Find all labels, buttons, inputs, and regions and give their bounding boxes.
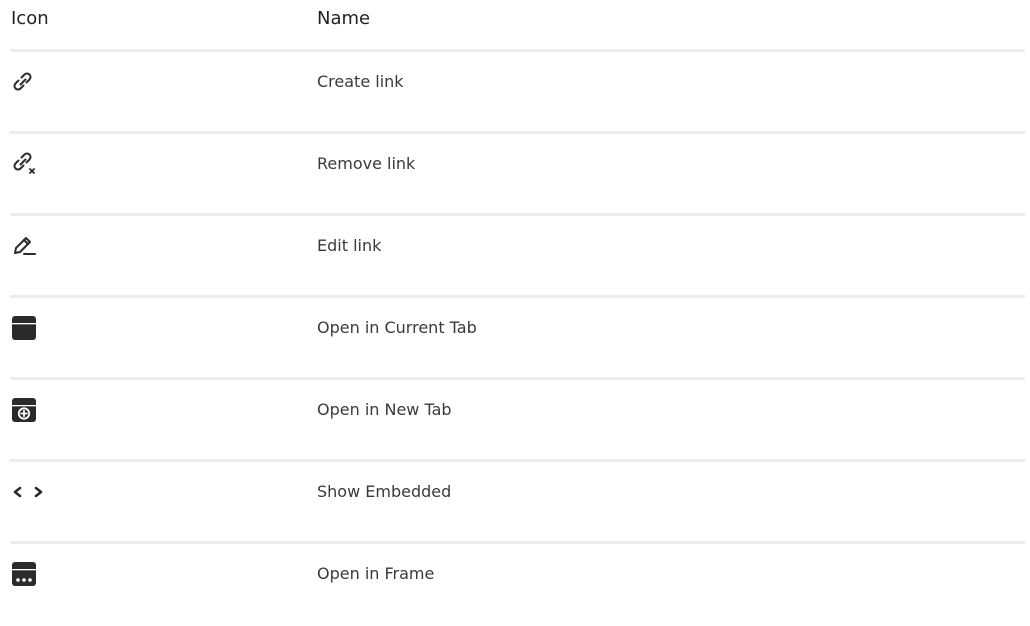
header-name-column: Name [317,8,371,29]
link-icon [11,62,71,102]
row-name: Create link [317,72,404,91]
row-name: Show Embedded [317,482,452,501]
icon-reference-table: Icon Name Create link Remove link Edit l… [0,0,1030,626]
window-icon [11,308,71,348]
header-icon-column: Icon [11,8,49,29]
table-row: Show Embedded [0,462,1030,544]
code-brackets-icon [11,472,71,512]
window-plus-icon [11,390,71,430]
table-row: Create link [0,52,1030,134]
table-row: Remove link [0,134,1030,216]
row-name: Open in New Tab [317,400,452,419]
row-name: Open in Frame [317,564,435,583]
table-row: Edit link [0,216,1030,298]
unlink-icon [11,144,71,184]
window-dots-icon [11,554,71,594]
row-name: Edit link [317,236,382,255]
pencil-underline-icon [11,226,71,266]
row-name: Open in Current Tab [317,318,477,337]
table-row: Open in Current Tab [0,298,1030,380]
table-row: Open in New Tab [0,380,1030,462]
table-header-row: Icon Name [0,0,1030,52]
row-name: Remove link [317,154,416,173]
table-row: Open in Frame [0,544,1030,626]
